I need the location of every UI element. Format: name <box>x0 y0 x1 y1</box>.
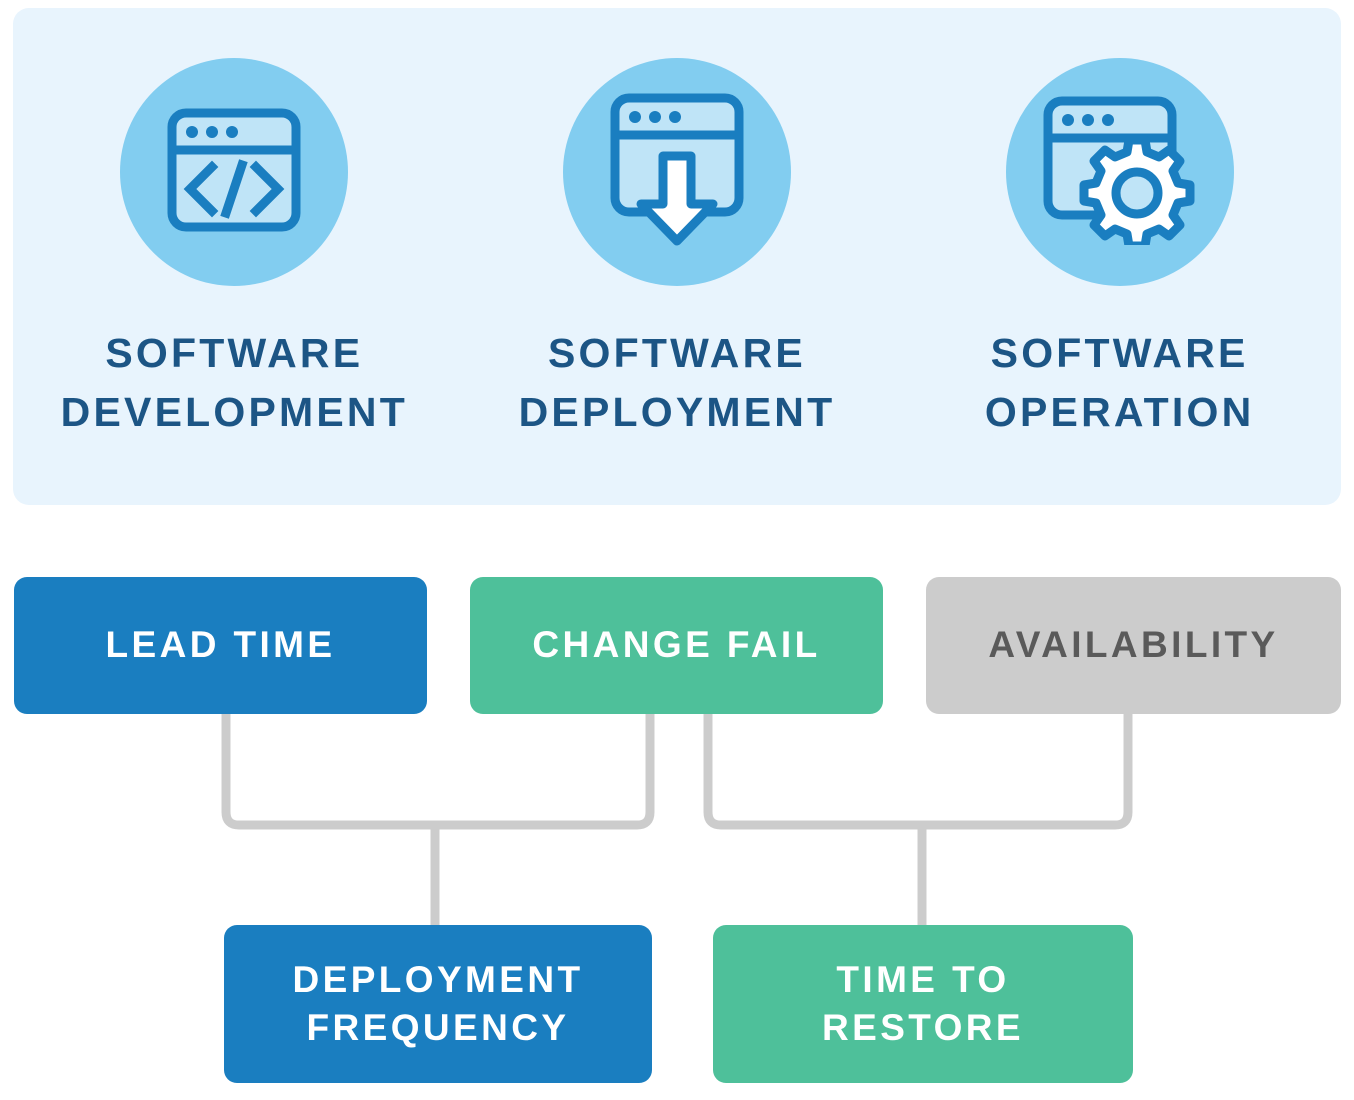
stage-software-development: SOFTWARE DEVELOPMENT <box>24 8 444 443</box>
metric-box-availability[interactable]: AVAILABILITY <box>926 577 1341 714</box>
metric-box-lead-time[interactable]: LEAD TIME <box>14 577 427 714</box>
stage-icon-circle <box>120 58 349 286</box>
connector-right-bracket <box>703 714 1133 830</box>
stage-software-deployment: SOFTWARE DEPLOYMENT <box>467 8 887 443</box>
connector-left-bracket <box>221 714 655 830</box>
metric-box-time-to-restore[interactable]: TIME TO RESTORE <box>713 925 1133 1083</box>
gear-window-icon <box>1040 95 1200 250</box>
stage-label: SOFTWARE DEPLOYMENT <box>518 330 836 436</box>
stage-label: SOFTWARE OPERATION <box>984 330 1255 436</box>
software-lifecycle-stages-panel: SOFTWARE DEVELOPMENT SOFTWARE DEPLOYMENT <box>13 8 1341 505</box>
metric-box-change-fail[interactable]: CHANGE FAIL <box>470 577 883 714</box>
code-window-icon <box>164 105 304 240</box>
stage-label: SOFTWARE DEVELOPMENT <box>60 330 408 436</box>
download-window-icon <box>602 92 752 252</box>
stage-icon-circle <box>562 58 791 286</box>
stage-software-operation: SOFTWARE OPERATION <box>910 8 1330 443</box>
stage-icon-circle <box>1005 58 1234 286</box>
metric-box-deployment-frequency[interactable]: DEPLOYMENT FREQUENCY <box>224 925 652 1083</box>
